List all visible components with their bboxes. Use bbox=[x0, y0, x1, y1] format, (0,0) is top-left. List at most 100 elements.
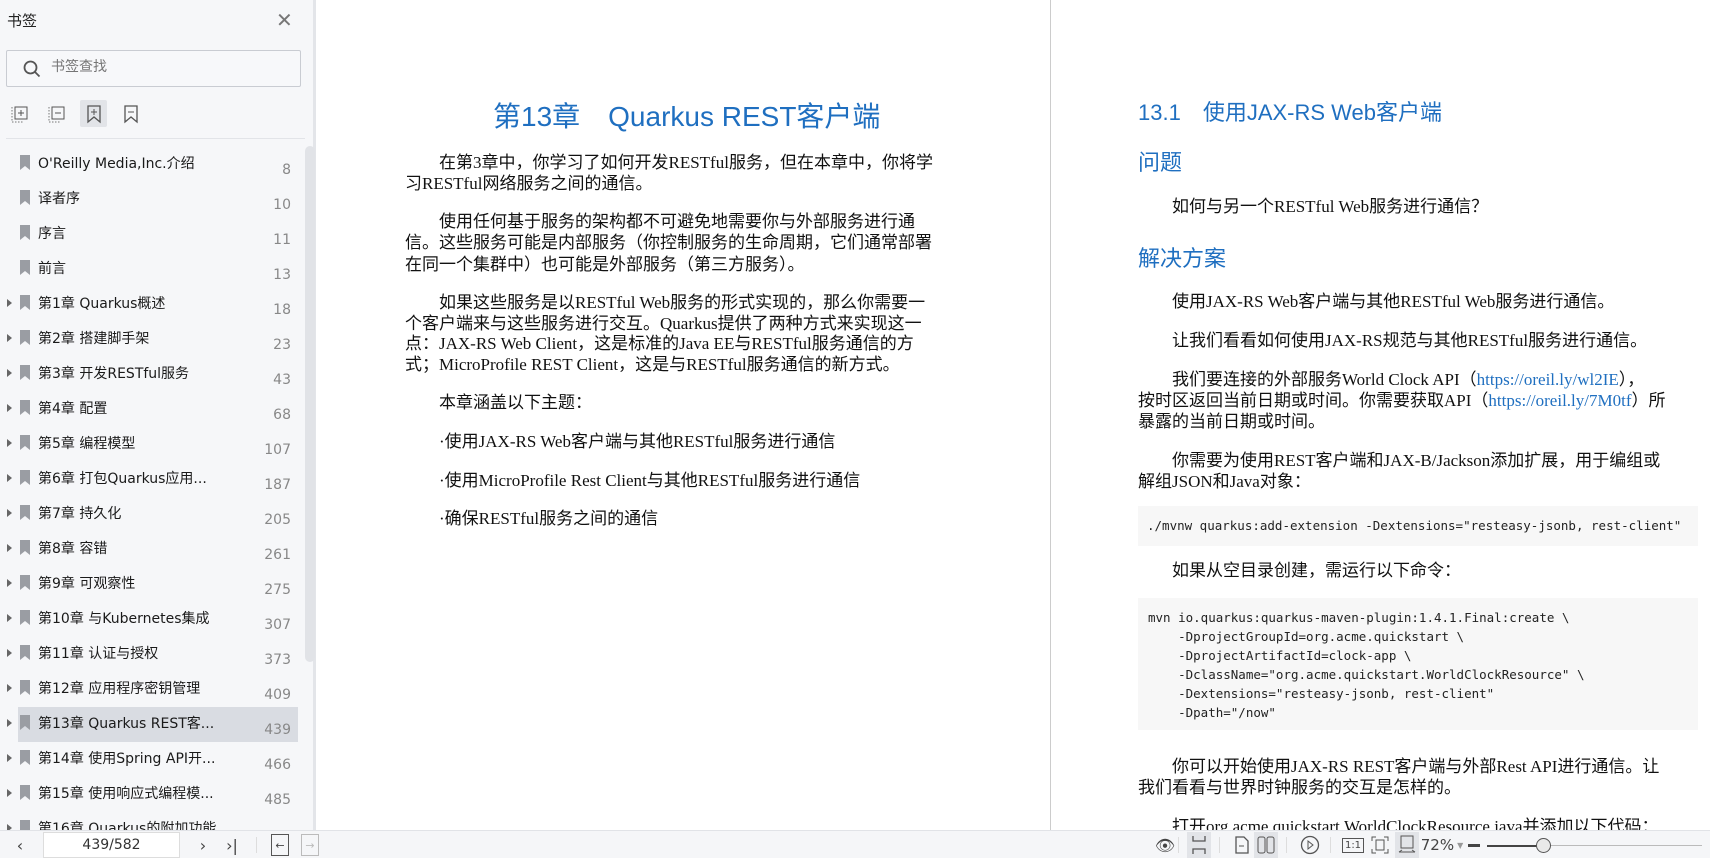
remove-bookmark-icon[interactable] bbox=[117, 100, 144, 127]
bookmark-item[interactable]: 第13章 Quarkus REST客... 439 bbox=[0, 707, 305, 742]
paragraph-line: 我们看看与世界时钟服务的交互是怎样的。 bbox=[1138, 778, 1461, 797]
scrollbar[interactable] bbox=[305, 146, 315, 662]
bookmark-item[interactable]: 译者序 10 bbox=[0, 182, 305, 217]
bookmark-item[interactable]: 第14章 使用Spring API开... 466 bbox=[0, 742, 305, 777]
bookmark-icon bbox=[20, 645, 30, 660]
bookmark-item[interactable]: 第1章 Quarkus概述 18 bbox=[0, 287, 305, 322]
paragraph-line: 在同一个集群中）也可能是外部服务（第三方服务）。 bbox=[405, 255, 805, 274]
expand-arrow-icon[interactable] bbox=[7, 614, 12, 622]
add-bookmark-icon[interactable] bbox=[80, 100, 107, 127]
chapter-title: 第13章 Quarkus REST客户端 bbox=[493, 101, 881, 132]
problem-heading: 问题 bbox=[1138, 150, 1183, 175]
last-page-icon[interactable]: ›| bbox=[222, 834, 242, 856]
single-page-icon[interactable] bbox=[1232, 834, 1252, 856]
prev-page-icon[interactable]: ‹ bbox=[10, 834, 30, 856]
search-input[interactable] bbox=[51, 59, 271, 75]
bookmark-icon bbox=[20, 750, 30, 765]
zoom-slider-thumb[interactable] bbox=[1535, 838, 1551, 853]
bookmark-page: 13 bbox=[273, 267, 291, 283]
bookmark-item[interactable]: 第4章 配置 68 bbox=[0, 392, 305, 427]
continuous-scroll-icon[interactable] bbox=[1187, 832, 1211, 858]
bookmark-icon bbox=[20, 785, 30, 800]
fit-page-icon[interactable] bbox=[1369, 834, 1391, 856]
bookmark-icon bbox=[20, 610, 30, 625]
expand-arrow-icon[interactable] bbox=[7, 404, 12, 412]
bookmark-icon bbox=[20, 190, 30, 205]
back-icon[interactable]: ← bbox=[271, 834, 289, 856]
bookmark-label: 序言 bbox=[38, 226, 66, 242]
link[interactable]: https://oreil.ly/wl2IE bbox=[1477, 370, 1619, 389]
bookmark-label: O'Reilly Media,Inc.介绍 bbox=[38, 156, 195, 172]
bookmark-page: 261 bbox=[264, 547, 291, 563]
bookmark-item[interactable]: 第6章 打包Quarkus应用... 187 bbox=[0, 462, 305, 497]
expand-arrow-icon[interactable] bbox=[7, 754, 12, 762]
play-icon[interactable] bbox=[1299, 834, 1321, 856]
close-icon[interactable]: ✕ bbox=[276, 8, 293, 32]
expand-arrow-icon[interactable] bbox=[7, 649, 12, 657]
expand-arrow-icon[interactable] bbox=[7, 509, 12, 517]
bookmark-search[interactable] bbox=[6, 50, 301, 87]
bookmark-item[interactable]: 第9章 可观察性 275 bbox=[0, 567, 305, 602]
paragraph-line: 按时区返回当前日期或时间。你需要获取API（https://oreil.ly/7… bbox=[1138, 391, 1666, 410]
fit-width-icon[interactable] bbox=[1395, 832, 1419, 858]
bookmark-item[interactable]: 第2章 搭建脚手架 23 bbox=[0, 322, 305, 357]
paragraph: 使用JAX-RS Web客户端与其他RESTful Web服务进行通信。 bbox=[1172, 292, 1615, 311]
paragraph-line: 式；MicroProfile REST Client，这是与RESTful服务通… bbox=[405, 355, 900, 374]
divider bbox=[6, 138, 305, 139]
zoom-slider[interactable] bbox=[1487, 838, 1702, 853]
bookmark-item[interactable]: 第8章 容错 261 bbox=[0, 532, 305, 567]
paragraph-line: 解组JSON和Java对象： bbox=[1138, 472, 1311, 491]
bookmark-label: 第4章 配置 bbox=[38, 401, 108, 417]
bookmark-item[interactable]: 第3章 开发RESTful服务 43 bbox=[0, 357, 305, 392]
paragraph: 让我们看看如何使用JAX-RS规范与其他RESTful服务进行通信。 bbox=[1172, 331, 1648, 350]
bookmark-label: 第5章 编程模型 bbox=[38, 436, 136, 452]
bookmark-item[interactable]: 第12章 应用程序密钥管理 409 bbox=[0, 672, 305, 707]
paragraph-line: ·确保RESTful服务之间的通信 bbox=[439, 509, 659, 528]
bookmark-page: 466 bbox=[264, 757, 291, 773]
bookmark-page: 485 bbox=[264, 792, 291, 808]
eye-icon[interactable]: 👁 bbox=[1152, 834, 1178, 856]
bookmark-icon bbox=[20, 400, 30, 415]
bookmark-page: 8 bbox=[282, 162, 291, 178]
link[interactable]: https://oreil.ly/7M0tf bbox=[1488, 391, 1631, 410]
two-page-icon[interactable] bbox=[1254, 832, 1278, 858]
expand-arrow-icon[interactable] bbox=[7, 334, 12, 342]
expand-arrow-icon[interactable] bbox=[7, 789, 12, 797]
paragraph-line: 信。这些服务可能是内部服务（你控制服务的生命周期，它们通常部署 bbox=[405, 233, 932, 252]
expand-all-icon[interactable] bbox=[6, 100, 33, 127]
zoom-level[interactable]: 72% ▼ bbox=[1421, 834, 1464, 856]
paragraph: 如果从空目录创建，需运行以下命令： bbox=[1172, 561, 1461, 580]
expand-arrow-icon[interactable] bbox=[7, 684, 12, 692]
expand-arrow-icon[interactable] bbox=[7, 439, 12, 447]
expand-arrow-icon[interactable] bbox=[7, 579, 12, 587]
bookmark-label: 第6章 打包Quarkus应用... bbox=[38, 471, 207, 487]
collapse-all-icon[interactable] bbox=[43, 100, 70, 127]
bookmark-page: 68 bbox=[273, 407, 291, 423]
bookmark-item[interactable]: 第7章 持久化 205 bbox=[0, 497, 305, 532]
bookmark-item[interactable]: 第16章 Quarkus的附加功能 bbox=[0, 812, 305, 830]
paragraph: 你可以开始使用JAX-RS REST客户端与外部Rest API进行通信。让 bbox=[1172, 757, 1660, 776]
bookmark-label: 第13章 Quarkus REST客... bbox=[38, 716, 215, 732]
expand-arrow-icon[interactable] bbox=[7, 474, 12, 482]
expand-arrow-icon[interactable] bbox=[7, 544, 12, 552]
bookmark-icon bbox=[20, 155, 30, 170]
bookmark-page: 373 bbox=[264, 652, 291, 668]
bookmark-item[interactable]: 前言 13 bbox=[0, 252, 305, 287]
bookmark-item[interactable]: 第10章 与Kubernetes集成 307 bbox=[0, 602, 305, 637]
bookmark-item[interactable]: 第11章 认证与授权 373 bbox=[0, 637, 305, 672]
zoom-out-icon[interactable] bbox=[1466, 834, 1482, 856]
expand-arrow-icon[interactable] bbox=[7, 299, 12, 307]
page-input[interactable] bbox=[43, 832, 180, 858]
forward-icon[interactable]: → bbox=[301, 834, 319, 856]
paragraph-line: 如果这些服务是以RESTful Web服务的形式实现的，那么你需要一 bbox=[439, 293, 926, 312]
bookmark-item[interactable]: O'Reilly Media,Inc.介绍 8 bbox=[0, 147, 305, 182]
expand-arrow-icon[interactable] bbox=[7, 719, 12, 727]
expand-arrow-icon[interactable] bbox=[7, 369, 12, 377]
next-page-icon[interactable]: › bbox=[193, 834, 213, 856]
bookmark-panel: 书签 ✕ O'Reilly Media,Inc.介绍 8 译者序 10 序言 11 前言 13… bbox=[0, 0, 316, 830]
bookmark-item[interactable]: 序言 11 bbox=[0, 217, 305, 252]
actual-size-icon[interactable]: 1:1 bbox=[1341, 834, 1365, 856]
bookmark-item[interactable]: 第15章 使用响应式编程模... 485 bbox=[0, 777, 305, 812]
bookmark-item[interactable]: 第5章 编程模型 107 bbox=[0, 427, 305, 462]
bookmark-icon bbox=[20, 505, 30, 520]
